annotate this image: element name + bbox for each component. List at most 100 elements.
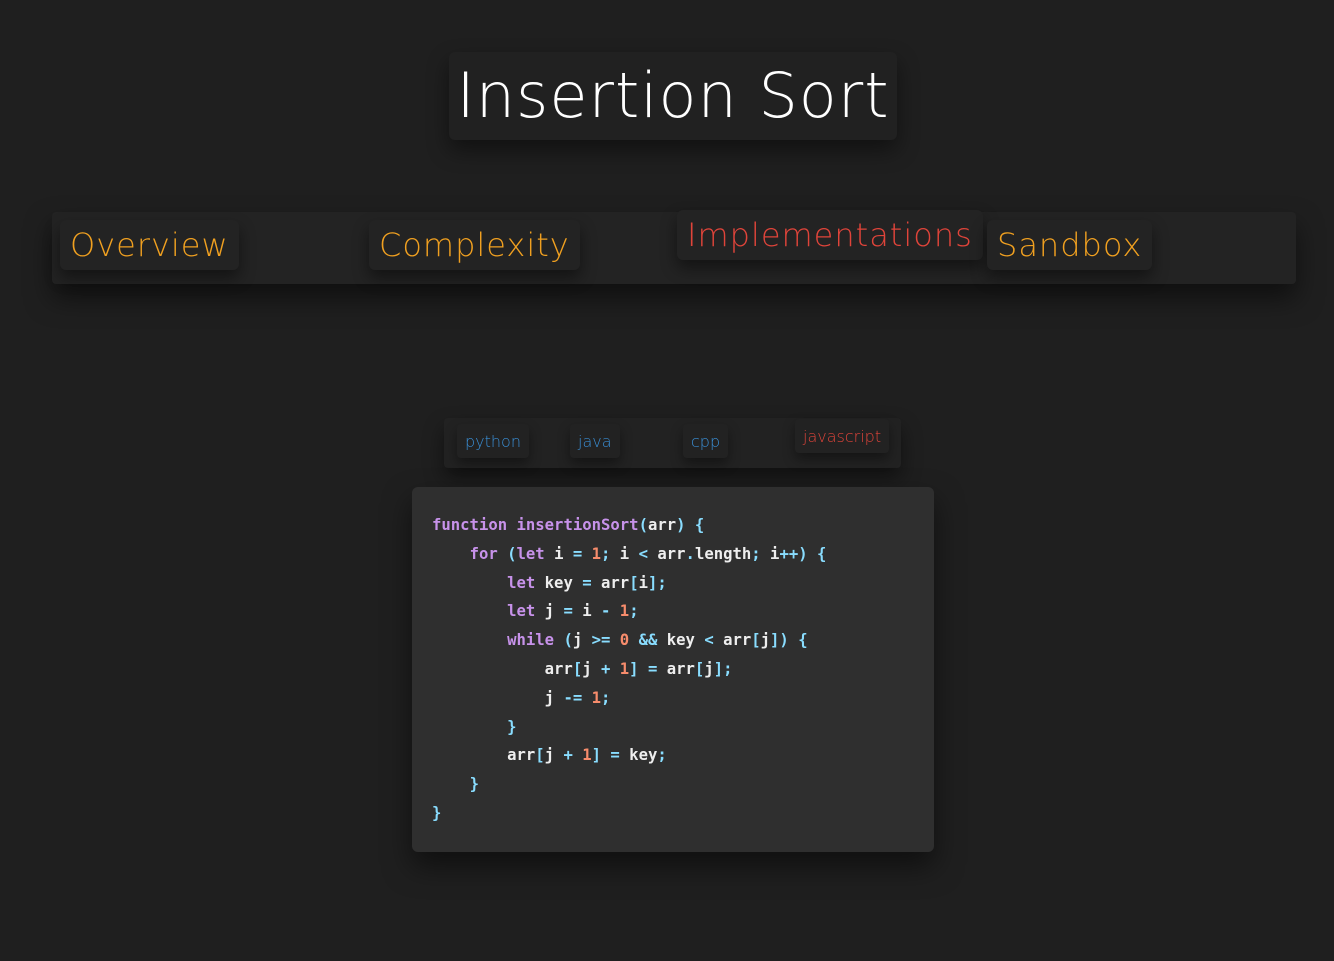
- code-token: -: [601, 602, 611, 621]
- code-token: j: [582, 659, 601, 678]
- code-token: [: [629, 573, 639, 592]
- code-token: .: [685, 544, 695, 563]
- code-token: ;: [751, 544, 761, 563]
- code-token: >=: [591, 631, 611, 650]
- code-token: 1: [619, 659, 630, 678]
- page: Insertion Sort Overview Complexity Imple…: [0, 0, 1334, 961]
- code-token: j: [432, 688, 564, 707]
- code-token: i: [760, 544, 780, 563]
- code-token: let: [516, 544, 545, 563]
- section-tabs: Overview Complexity Implementations Sand…: [52, 210, 1296, 284]
- code-token: let: [507, 573, 536, 592]
- code-token: arr: [647, 516, 677, 534]
- code-token: [: [572, 659, 583, 678]
- tab-sandbox[interactable]: Sandbox: [987, 220, 1153, 270]
- code-token: }: [507, 717, 517, 736]
- code-block: function insertionSort(arr) { for (let i…: [412, 487, 934, 852]
- code-token: {: [694, 516, 705, 534]
- code-line: arr[j + 1] = key;: [432, 741, 934, 770]
- code-token: arr: [432, 746, 536, 765]
- code-token: insertionSort: [516, 516, 639, 534]
- code-token: {: [798, 631, 808, 650]
- code-token: ): [676, 516, 686, 534]
- code-token: }: [432, 803, 442, 822]
- page-title-card: Insertion Sort: [449, 52, 897, 140]
- code-token: (: [638, 516, 648, 534]
- code-token: j: [760, 631, 771, 650]
- code-line: while (j >= 0 && key < arr[j]) {: [432, 626, 934, 655]
- code-token: -=: [563, 688, 583, 707]
- code-token: {: [817, 544, 827, 563]
- tab-javascript[interactable]: javascript: [795, 419, 890, 453]
- code-token: j: [535, 602, 564, 621]
- code-token: ];: [647, 573, 667, 592]
- code-token: =: [572, 544, 583, 563]
- code-token: ;: [601, 544, 611, 563]
- code-token: (: [507, 544, 517, 563]
- code-token: while: [507, 631, 555, 650]
- code-token: <: [638, 544, 648, 563]
- code-token: ;: [657, 746, 667, 765]
- code-token: =: [647, 659, 658, 678]
- code-line: let key = arr[i];: [432, 569, 934, 598]
- code-token: i: [610, 544, 639, 563]
- code-line: arr[j + 1] = arr[j];: [432, 655, 934, 684]
- code-token: j: [572, 631, 592, 650]
- code-token: key: [619, 746, 658, 765]
- tab-python[interactable]: python: [457, 424, 529, 458]
- code-token: 0: [619, 631, 630, 650]
- tab-java[interactable]: java: [570, 424, 620, 458]
- code-token: ;: [601, 688, 611, 707]
- code-token: [: [751, 631, 761, 650]
- code-line: let j = i - 1;: [432, 597, 934, 626]
- code-token: =: [582, 573, 592, 592]
- code-token: <: [704, 631, 714, 650]
- code-token: [: [535, 746, 545, 765]
- code-token: ]: [591, 746, 602, 765]
- code-token: ): [798, 544, 808, 563]
- code-token: ]: [629, 659, 639, 678]
- code-token: ;: [629, 602, 639, 621]
- code-token: for: [469, 544, 498, 563]
- tab-overview[interactable]: Overview: [60, 220, 239, 270]
- tab-implementations[interactable]: Implementations: [677, 210, 983, 260]
- code-token: 1: [619, 602, 630, 621]
- code-token: 1: [582, 746, 592, 765]
- tab-complexity[interactable]: Complexity: [369, 220, 580, 270]
- code-token: }: [469, 775, 479, 794]
- code-token: ]): [770, 631, 789, 650]
- code-token: [: [694, 659, 705, 678]
- code-token: i: [572, 602, 602, 621]
- language-tabs: python java cpp javascript: [444, 418, 901, 468]
- code-token: i: [544, 544, 573, 563]
- code-line: }: [432, 770, 934, 799]
- code-token: ++: [779, 544, 799, 563]
- code-line: }: [432, 713, 934, 742]
- code-token: i: [638, 573, 648, 592]
- code-token: length: [694, 544, 752, 563]
- code-token: =: [610, 746, 620, 765]
- code-token: 1: [591, 688, 601, 707]
- code-token: +: [563, 746, 573, 765]
- code-token: +: [601, 659, 611, 678]
- page-title: Insertion Sort: [456, 59, 890, 132]
- tab-cpp[interactable]: cpp: [683, 424, 729, 458]
- code-token: j: [544, 746, 564, 765]
- code-listing: function insertionSort(arr) { for (let i…: [432, 511, 934, 828]
